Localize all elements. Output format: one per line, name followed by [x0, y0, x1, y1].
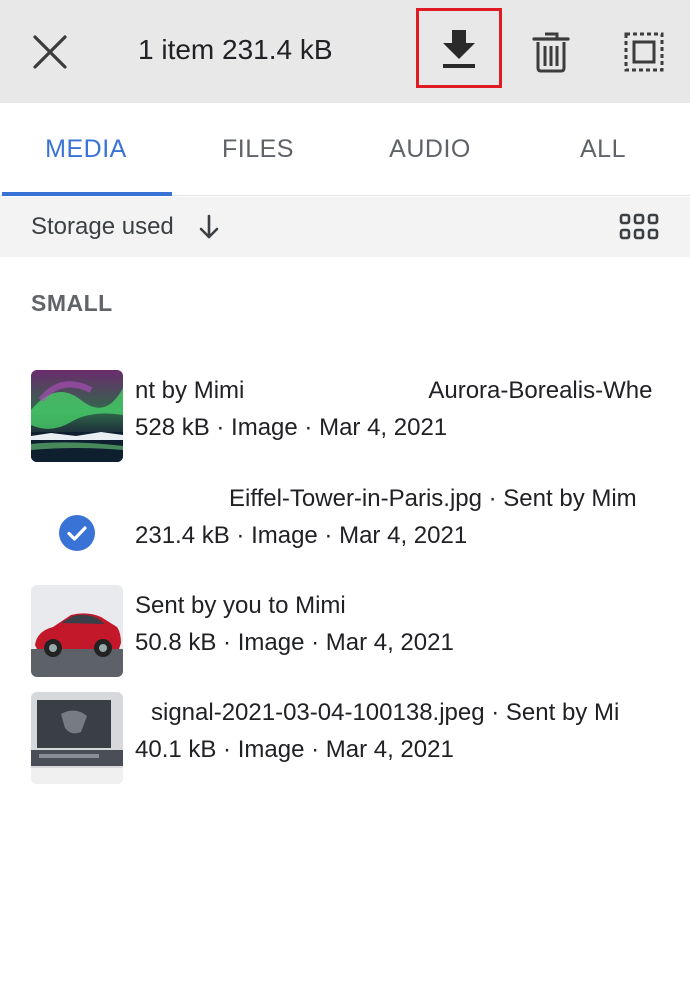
item-title: Eiffel-Tower-in-Paris.jpg · Sent by Mim: [229, 485, 637, 512]
item-meta: 40.1 kB · Image · Mar 4, 2021: [135, 736, 454, 763]
download-icon: [443, 30, 475, 68]
thumbnail: [31, 370, 123, 462]
sort-label[interactable]: Storage used: [31, 210, 174, 244]
tab-media[interactable]: MEDIA: [0, 103, 172, 196]
aurora-image: [31, 370, 123, 462]
sort-bar: Storage used: [0, 197, 690, 257]
trash-icon: [532, 32, 570, 73]
tab-all[interactable]: ALL: [516, 103, 690, 196]
list-item-selected[interactable]: Eiffel-Tower-in-Paris.jpg · Sent by Mim …: [0, 478, 690, 574]
grid-view-icon[interactable]: [618, 210, 660, 244]
thumbnail: [31, 585, 123, 677]
tab-audio[interactable]: AUDIO: [344, 103, 516, 196]
select-all-icon: [624, 32, 664, 72]
thumbnail: [31, 692, 123, 784]
tab-files[interactable]: FILES: [172, 103, 344, 196]
item-title: Sent by you to Mimi: [135, 592, 346, 619]
check-icon: [67, 526, 87, 541]
selected-check[interactable]: [59, 515, 95, 551]
download-button[interactable]: [416, 8, 502, 88]
item-title: signal-2021-03-04-100138.jpeg · Sent by …: [151, 699, 620, 726]
laptop-image: [31, 692, 123, 784]
arrow-down-icon[interactable]: [196, 212, 222, 242]
red-car-image: [31, 585, 123, 677]
item-meta: 50.8 kB · Image · Mar 4, 2021: [135, 629, 454, 656]
selection-title: 1 item 231.4 kB: [138, 34, 333, 65]
list-item[interactable]: Sent by you to Mimi 50.8 kB · Image · Ma…: [0, 585, 690, 681]
close-icon: [33, 35, 67, 69]
media-type-tabs: MEDIA FILES AUDIO ALL: [0, 103, 690, 196]
list-item[interactable]: nt by Mimi Aurora-Borealis-Whe 528 kB · I…: [0, 370, 690, 466]
selection-toolbar: 1 item 231.4 kB: [0, 0, 690, 103]
select-all-button[interactable]: [618, 26, 670, 78]
list-item[interactable]: signal-2021-03-04-100138.jpeg · Sent by …: [0, 692, 690, 788]
item-meta: 528 kB · Image · Mar 4, 2021: [135, 414, 448, 441]
delete-button[interactable]: [525, 24, 577, 80]
active-tab-indicator: [2, 192, 172, 196]
close-button[interactable]: [22, 24, 78, 80]
section-title: SMALL: [31, 290, 113, 316]
item-title: nt by Mimi Aurora-Borealis-Whe: [135, 377, 653, 404]
item-meta: 231.4 kB · Image · Mar 4, 2021: [135, 522, 468, 549]
